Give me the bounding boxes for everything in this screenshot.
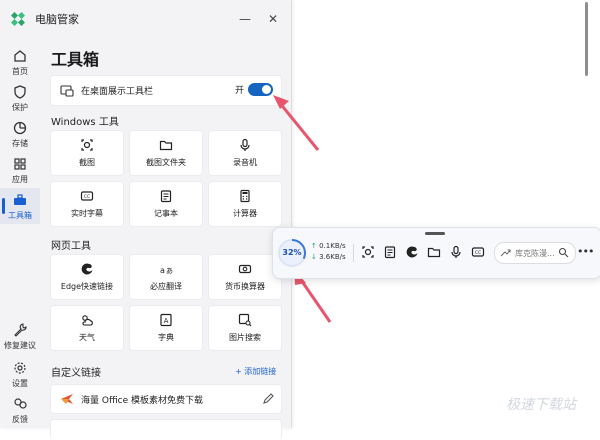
download-speed-value: 3.6KB/s [319,253,346,261]
download-arrow-icon: ↓ [311,253,320,261]
folder-icon[interactable] [427,245,441,259]
notepad-icon[interactable] [383,245,397,259]
svg-text:CC: CC [475,250,481,256]
toolbar-search[interactable]: 库克陈漫... [494,242,576,264]
upload-arrow-icon: ↑ [311,242,320,250]
edge-icon[interactable] [405,245,419,259]
microphone-icon[interactable] [449,245,463,259]
desktop-toolbar: 32% ↑ 0.1KB/s ↓ 3.6KB/s CC 库克陈漫... ••• [272,227,600,279]
search-placeholder: 库克陈漫... [515,249,555,258]
upload-speed: ↑ 0.1KB/s [311,242,346,250]
divider [353,244,354,262]
search-icon[interactable] [558,247,569,258]
drag-handle[interactable] [425,232,445,235]
trend-icon [500,249,511,257]
annotation-arrow-toggle [277,101,320,151]
annotation-arrow-gauge [297,276,332,323]
captions-icon[interactable]: CC [471,245,485,259]
annotation-arrowhead-toggle [273,95,289,109]
download-speed: ↓ 3.6KB/s [311,253,346,261]
memory-gauge-value: 32% [282,248,302,257]
screenshot-icon[interactable] [361,245,375,259]
annotation-arrows [273,95,332,323]
upload-speed-value: 0.1KB/s [319,242,346,250]
more-button[interactable]: ••• [577,245,594,258]
watermark: 极速下载站 [506,397,576,413]
